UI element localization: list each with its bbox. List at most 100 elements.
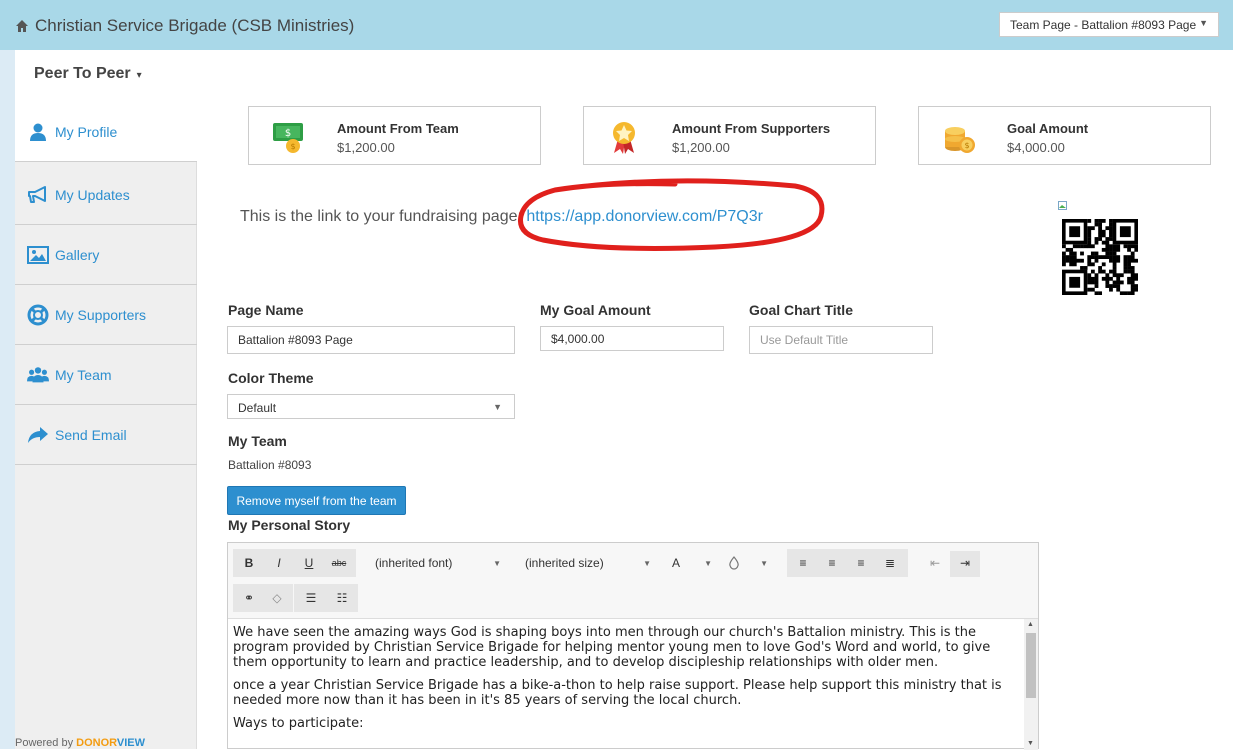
user-icon — [27, 121, 49, 143]
chevron-down-icon: ▼ — [643, 558, 651, 568]
stat-label: Goal Amount — [1007, 121, 1089, 136]
svg-text:$: $ — [290, 142, 295, 151]
my-team-value: Battalion #8093 — [228, 458, 312, 472]
page-name-input[interactable]: Battalion #8093 Page — [227, 326, 515, 354]
stat-value: $1,200.00 — [337, 140, 395, 155]
remove-from-team-button[interactable]: Remove myself from the team — [227, 486, 406, 515]
align-left-icon[interactable]: ≡ — [792, 550, 814, 576]
goal-amount-input[interactable]: $4,000.00 — [540, 326, 724, 351]
story-paragraph: We have seen the amazing ways God is sha… — [233, 625, 991, 670]
group-icon — [27, 364, 49, 386]
droplet-icon — [729, 556, 739, 570]
lifebuoy-icon — [27, 304, 49, 326]
sidebar-item-label: Gallery — [55, 246, 100, 263]
sidebar-item-my-team[interactable]: My Team — [15, 345, 197, 405]
chevron-down-icon: ▾ — [136, 70, 142, 81]
home-icon — [16, 20, 28, 32]
editor-toolbar: B I U abc (inherited font) ▼ (inherited … — [228, 543, 1038, 619]
goal-amount-label: My Goal Amount — [540, 302, 651, 318]
stat-label: Amount From Team — [337, 121, 459, 136]
font-size-select[interactable]: (inherited size) ▼ — [525, 550, 651, 576]
ordered-list-icon[interactable]: ☰ — [299, 585, 323, 611]
chevron-down-icon: ▼ — [1199, 18, 1208, 28]
chevron-down-icon: ▼ — [760, 558, 768, 568]
stat-card-supporters: Amount From Supporters $1,200.00 — [583, 106, 876, 165]
color-theme-select[interactable]: Default ▼ — [227, 394, 515, 419]
sidebar-item-send-email[interactable]: Send Email — [15, 405, 197, 465]
align-center-icon[interactable]: ≡ — [821, 550, 843, 576]
stat-value: $4,000.00 — [1007, 140, 1065, 155]
story-paragraph: Ways to participate: — [233, 716, 364, 731]
goal-chart-title-input[interactable]: Use Default Title — [749, 326, 933, 354]
chevron-down-icon: ▼ — [493, 402, 502, 412]
font-size-value: (inherited size) — [525, 556, 604, 570]
align-justify-icon[interactable]: ≣ — [879, 550, 901, 576]
sidebar-item-my-profile[interactable]: My Profile — [15, 102, 197, 162]
outdent-icon[interactable]: ⇤ — [924, 550, 946, 576]
text-color-icon: A — [672, 556, 681, 570]
red-annotation-circle — [517, 178, 825, 251]
scroll-up-icon[interactable]: ▲ — [1027, 621, 1034, 628]
my-team-label: My Team — [228, 433, 287, 449]
brand-part-donor: DONOR — [76, 737, 117, 749]
sidebar-item-my-updates[interactable]: My Updates — [15, 165, 197, 225]
unlink-icon[interactable]: ◇ — [265, 585, 289, 611]
money-icon: $$ — [273, 123, 303, 153]
italic-button[interactable]: I — [268, 550, 290, 576]
svg-text:$: $ — [964, 141, 969, 150]
org-brand[interactable]: Christian Service Brigade (CSB Ministrie… — [15, 16, 354, 36]
module-menu[interactable]: Peer To Peer ▾ — [34, 65, 142, 83]
org-name: Christian Service Brigade (CSB Ministrie… — [35, 16, 355, 35]
sidebar-item-label: My Team — [55, 366, 112, 383]
scroll-thumb[interactable] — [1026, 633, 1036, 698]
module-label: Peer To Peer — [34, 65, 131, 82]
svg-text:$: $ — [285, 128, 291, 139]
sidebar-item-label: Send Email — [55, 426, 127, 443]
module-bar — [15, 50, 1233, 102]
qr-code — [1062, 219, 1138, 295]
page-select[interactable]: Team Page - Battalion #8093 Page ▼ — [999, 12, 1219, 37]
highlight-color-button[interactable]: ▼ — [728, 550, 774, 576]
sidebar-item-label: My Updates — [55, 186, 130, 203]
text-color-button[interactable]: A ▼ — [672, 550, 718, 576]
link-icon[interactable]: ⚭ — [237, 585, 261, 611]
strikethrough-button[interactable]: abc — [326, 550, 352, 576]
color-theme-value: Default — [238, 401, 277, 415]
stat-card-team: $ $ Amount From Team $1,200.00 — [248, 106, 541, 165]
bullet-list-icon[interactable]: ☷ — [330, 585, 354, 611]
stat-label: Amount From Supporters — [672, 121, 831, 136]
font-family-select[interactable]: (inherited font) ▼ — [375, 550, 501, 576]
bold-button[interactable]: B — [238, 550, 260, 576]
sidebar-item-label: My Profile — [55, 123, 118, 140]
sidebar-item-gallery[interactable]: Gallery — [15, 225, 197, 285]
coins-icon: $ — [945, 127, 975, 153]
image-icon — [27, 244, 49, 266]
chevron-down-icon: ▼ — [704, 558, 712, 568]
fundraising-link-prefix: This is the link to your fundraising pag… — [240, 208, 522, 225]
award-icon — [613, 122, 635, 154]
stat-card-goal: $ Goal Amount $4,000.00 — [918, 106, 1211, 165]
share-icon — [27, 424, 49, 446]
scroll-down-icon[interactable]: ▼ — [1027, 740, 1034, 747]
align-right-icon[interactable]: ≡ — [850, 550, 872, 576]
font-family-value: (inherited font) — [375, 556, 453, 570]
top-bar: Christian Service Brigade (CSB Ministrie… — [0, 0, 1233, 50]
broken-image-icon — [1058, 201, 1067, 210]
powered-by[interactable]: Powered by DONORVIEW — [15, 737, 145, 749]
color-theme-label: Color Theme — [228, 370, 314, 386]
stat-value: $1,200.00 — [672, 140, 730, 155]
underline-button[interactable]: U — [298, 550, 320, 576]
story-scrollbar[interactable]: ▲ ▼ — [1024, 619, 1038, 750]
donorview-logo: DONORVIEW — [76, 737, 145, 749]
sidebar-item-label: My Supporters — [55, 306, 147, 323]
story-content[interactable]: We have seen the amazing ways God is sha… — [233, 625, 1023, 739]
sidebar-item-my-supporters[interactable]: My Supporters — [15, 285, 197, 345]
chevron-down-icon: ▼ — [493, 558, 501, 568]
page-select-value: Team Page - Battalion #8093 Page — [1010, 18, 1197, 32]
indent-icon[interactable]: ⇥ — [954, 550, 976, 576]
page-name-label: Page Name — [228, 302, 304, 318]
goal-chart-title-label: Goal Chart Title — [749, 302, 853, 318]
personal-story-label: My Personal Story — [228, 517, 351, 533]
powered-by-label: Powered by — [15, 737, 74, 749]
megaphone-icon — [27, 184, 49, 206]
